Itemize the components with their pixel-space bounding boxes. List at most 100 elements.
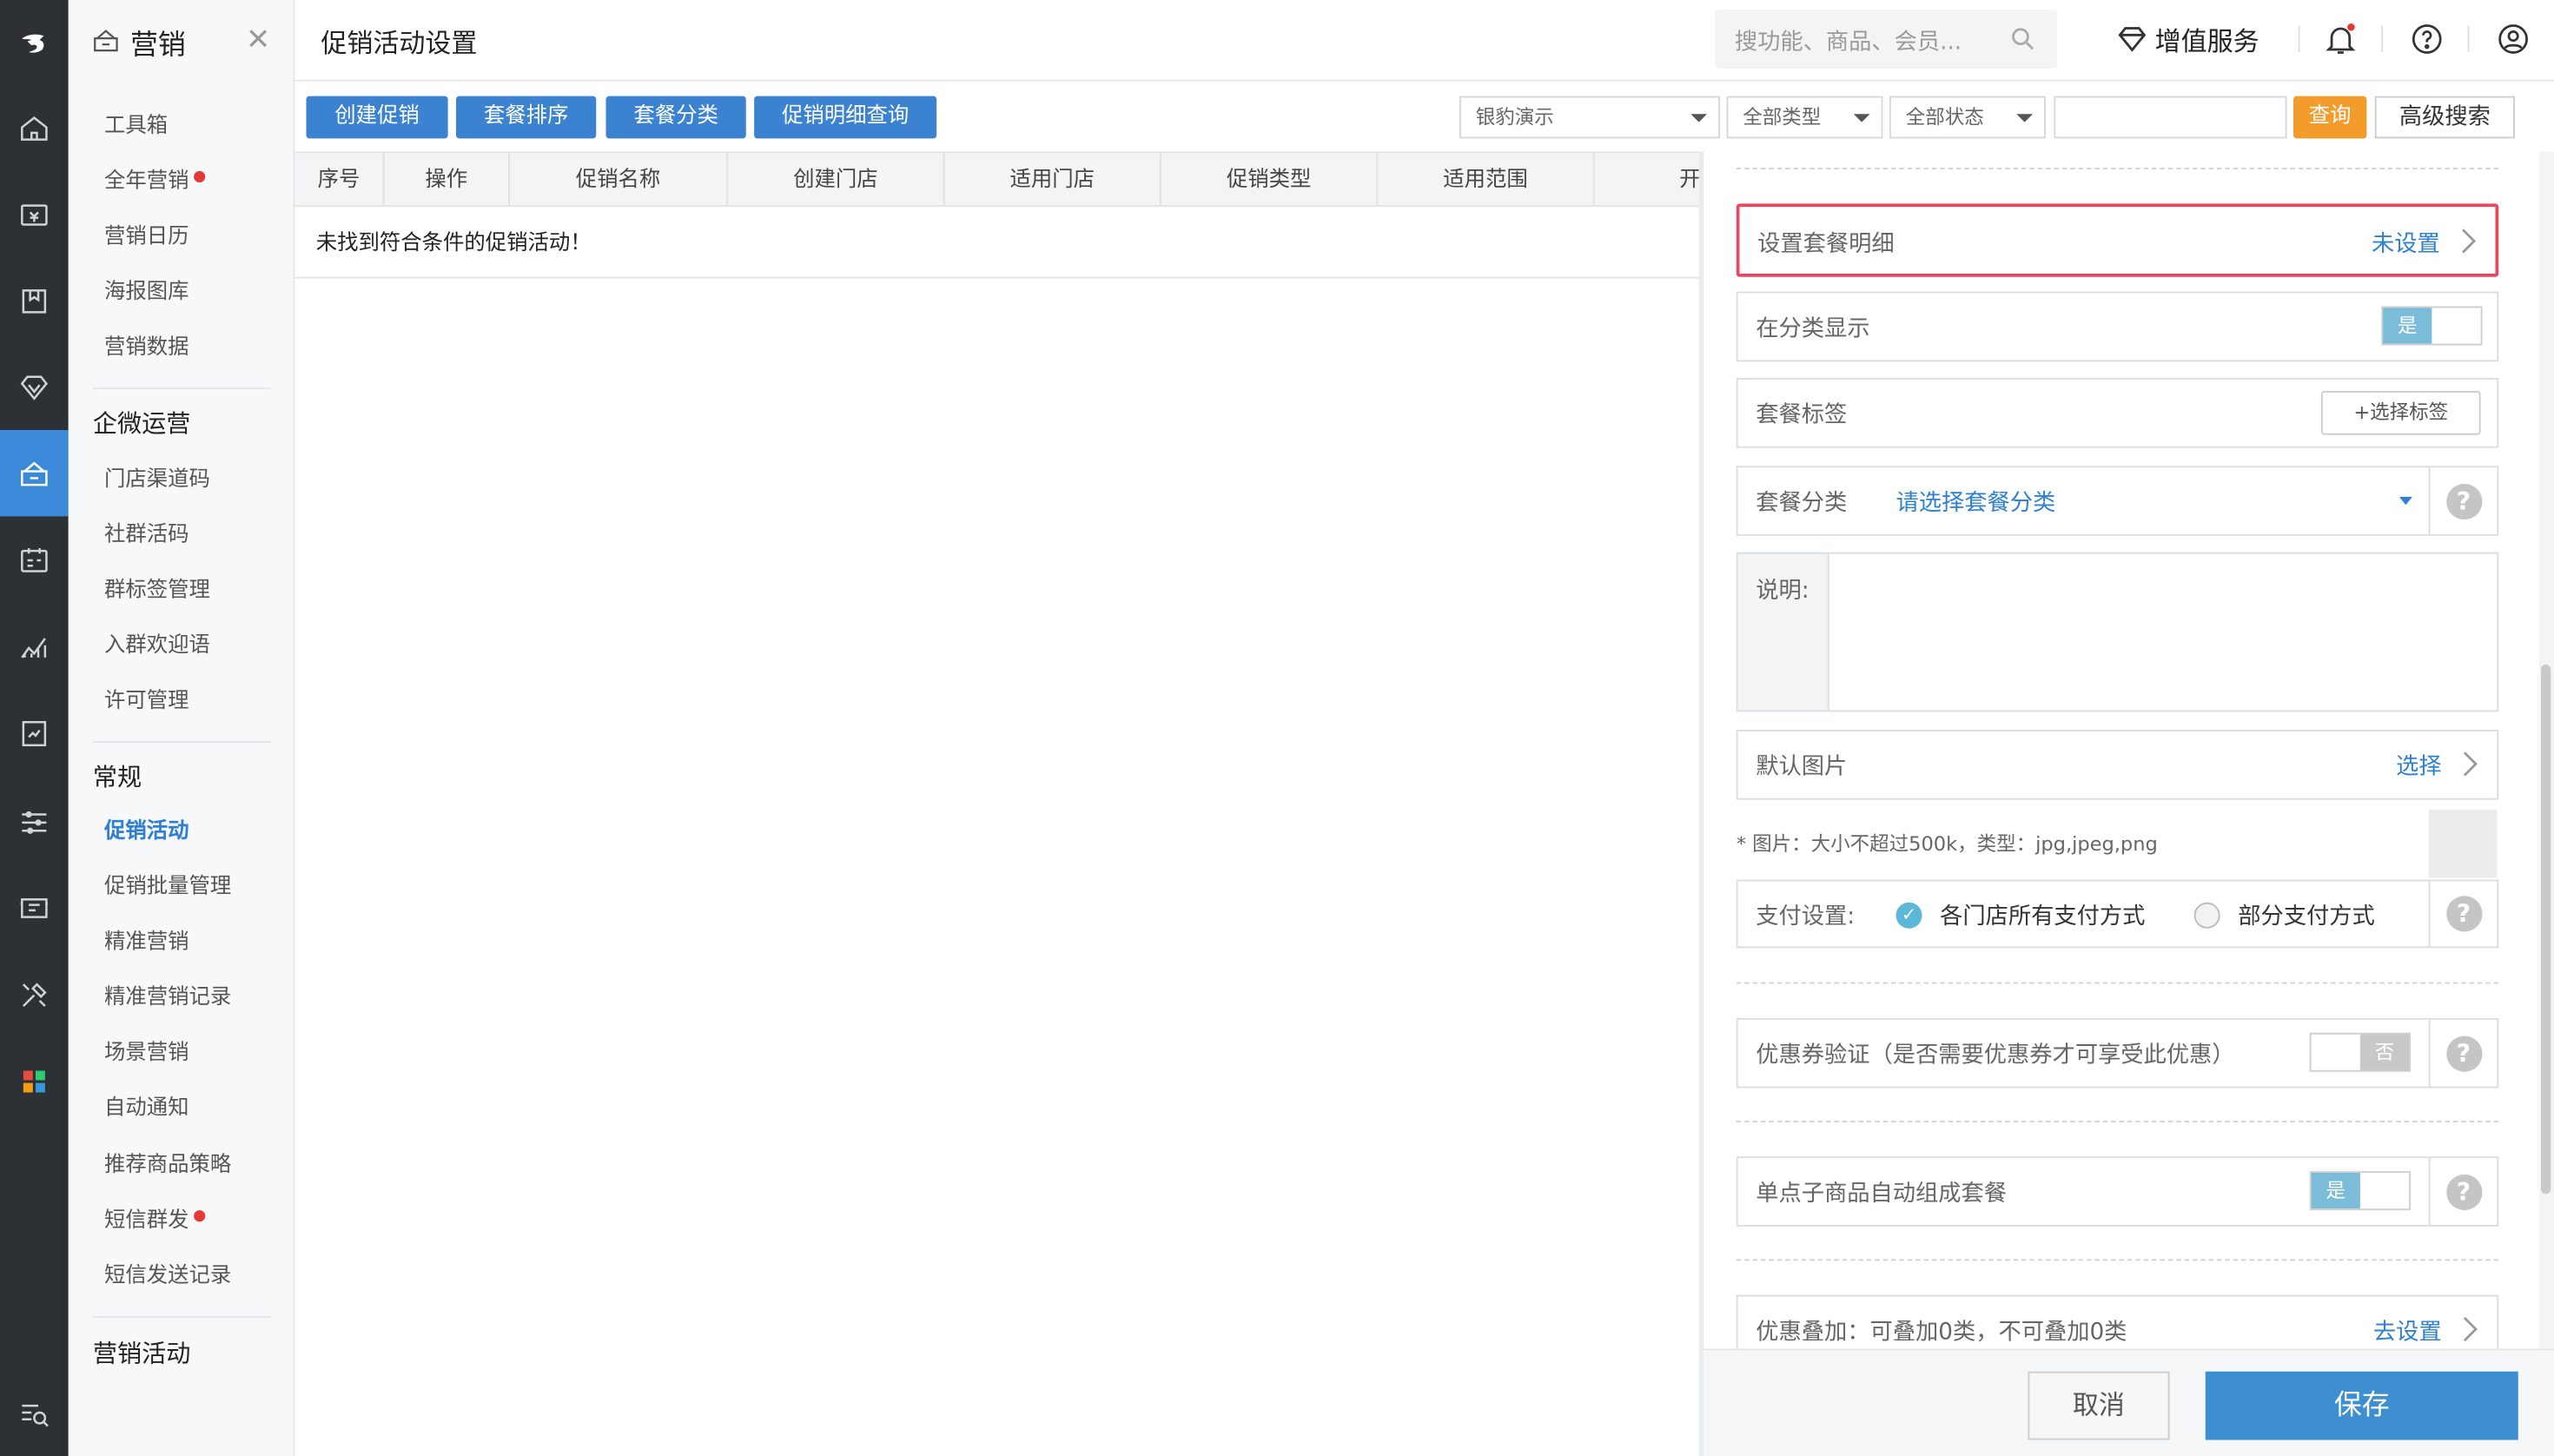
help-icon: ? [2445,1173,2482,1210]
select-image-link[interactable]: 选择 [2396,750,2442,783]
chart-icon[interactable] [0,603,69,689]
submenu-item-promotions[interactable]: 促销活动 [104,816,189,849]
query-button[interactable]: 查询 [2293,96,2367,139]
box-icon[interactable] [0,257,69,343]
toggle-on-label: 是 [2383,308,2432,344]
column-header[interactable]: 操作 [385,153,510,206]
submenu-item-group-tags[interactable]: 群标签管理 [104,575,210,608]
cancel-button[interactable]: 取消 [2028,1371,2170,1440]
payment-row: 支付设置: ✓ 各门店所有支付方式 部分支付方式 ? [1736,879,2499,949]
tools-icon[interactable] [0,951,69,1037]
payment-option-partial[interactable]: 部分支付方式 [2193,899,2375,932]
global-search-input[interactable]: 搜功能、商品、会员... [1715,10,2058,69]
group-title-activities[interactable]: 营销活动 [93,1336,191,1372]
logo-icon[interactable] [0,0,69,86]
description-row: 说明: [1736,552,2499,712]
payment-option-all-label: 各门店所有支付方式 [1940,903,2146,930]
column-header[interactable]: 适用门店 [945,153,1161,206]
notification-dot [194,1210,206,1222]
report-icon[interactable] [0,689,69,775]
help-button[interactable]: ? [2428,1019,2498,1087]
type-select[interactable]: 全部类型 [1726,96,1883,139]
help-button[interactable]: ? [2428,1158,2498,1225]
submenu-item-sms-log[interactable]: 短信发送记录 [104,1261,231,1294]
single-item-package-label: 单点子商品自动组成套餐 [1756,1181,2007,1208]
submenu-item-annual[interactable]: 全年营销 [104,166,206,199]
submenu-item-license[interactable]: 许可管理 [104,685,189,718]
column-header[interactable]: 促销类型 [1161,153,1379,206]
diamond-icon [2118,27,2147,52]
home-icon[interactable] [0,85,69,171]
column-header[interactable]: 适用范围 [1378,153,1595,206]
diamond-icon[interactable] [0,344,69,430]
package-tag-label: 套餐标签 [1756,402,1848,429]
group-title-wecom: 企微运营 [92,408,191,439]
keyword-input[interactable] [2054,96,2287,139]
default-image-row[interactable]: 默认图片 选择 [1736,730,2499,800]
promotion-detail-query-button[interactable]: 促销明细查询 [754,96,937,139]
help-icon[interactable] [2409,21,2445,56]
package-category-select[interactable]: 请选择套餐分类 [1896,467,2429,534]
select-tag-button[interactable]: +选择标签 [2320,391,2481,435]
search-menu-icon[interactable] [0,1370,69,1456]
settings-sliders-icon[interactable] [0,778,69,864]
submenu-item-scene[interactable]: 场景营销 [104,1037,189,1070]
submenu-item-batch[interactable]: 促销批量管理 [104,871,231,904]
go-setup-link[interactable]: 去设置 [2373,1314,2442,1347]
save-button[interactable]: 保存 [2205,1371,2518,1440]
screen-icon[interactable] [0,865,69,951]
submenu-item-data[interactable]: 营销数据 [104,333,189,366]
store-select[interactable]: 银豹演示 [1459,96,1720,139]
marketing-icon[interactable] [0,430,69,517]
help-icon: ? [2445,482,2482,520]
package-category-button[interactable]: 套餐分类 [605,96,746,139]
create-promotion-button[interactable]: 创建促销 [306,96,448,139]
help-button[interactable]: ? [2428,467,2498,534]
show-in-category-toggle[interactable]: 是 [2381,306,2483,346]
submenu-title: 营销 [91,20,186,63]
single-item-package-toggle[interactable]: 是 [2309,1171,2411,1211]
scrollbar-thumb[interactable] [2541,665,2551,1195]
coupon-verify-label: 优惠券验证（是否需要优惠券才可享受此优惠） [1756,1042,2235,1069]
package-detail-value[interactable]: 未设置 [2372,227,2440,260]
search-icon[interactable] [2008,24,2038,54]
submenu-item-calendar[interactable]: 营销日历 [104,222,189,255]
bell-icon[interactable] [2323,21,2359,56]
close-icon[interactable]: ✕ [246,25,270,56]
description-label-cell: 说明: [1737,553,1829,711]
submenu-item-toolbox[interactable]: 工具箱 [104,111,168,144]
advanced-search-button[interactable]: 高级搜索 [2374,96,2515,139]
package-tag-row: 套餐标签 +选择标签 [1736,378,2499,448]
column-header[interactable]: 促销名称 [510,153,729,206]
submenu-panel: 营销 ✕ 工具箱 全年营销 营销日历 海报图库 营销数据 企微运营 门店渠道码 … [68,0,295,1456]
member-card-icon[interactable] [0,516,69,602]
description-textarea[interactable] [1831,554,2498,711]
submenu-item-group-code[interactable]: 社群活码 [104,520,189,553]
status-select[interactable]: 全部状态 [1889,96,2046,139]
submenu-item-sms[interactable]: 短信群发 [104,1206,206,1239]
cashier-icon[interactable] [0,171,69,257]
column-header[interactable]: 序号 [294,153,385,206]
page-title: 促销活动设置 [321,27,478,59]
radio-checked-icon: ✓ [1896,902,1922,929]
radio-unchecked-icon [2193,902,2220,929]
submenu-item-welcome[interactable]: 入群欢迎语 [104,631,210,664]
submenu-item-posters[interactable]: 海报图库 [104,277,189,310]
package-detail-row[interactable]: 设置套餐明细 未设置 [1736,203,2499,277]
apps-icon[interactable] [0,1037,69,1123]
value-service-link[interactable]: 增值服务 [2116,20,2260,59]
package-sort-button[interactable]: 套餐排序 [456,96,597,139]
submenu-item-store-code[interactable]: 门店渠道码 [104,464,210,497]
help-button[interactable]: ? [2428,881,2498,947]
coupon-verify-toggle[interactable]: 否 [2309,1032,2411,1072]
submenu-item-precise[interactable]: 精准营销 [104,927,189,960]
column-header[interactable]: 创建门店 [728,153,945,206]
chevron-down-icon [1853,114,1870,122]
user-avatar-icon[interactable] [2496,21,2531,56]
submenu-item-recommend[interactable]: 推荐商品策略 [104,1150,231,1183]
submenu-item-precise-log[interactable]: 精准营销记录 [104,983,231,1016]
show-in-category-row: 在分类显示 是 [1736,291,2499,362]
payment-option-all[interactable]: ✓ 各门店所有支付方式 [1896,899,2146,932]
submenu-item-notify[interactable]: 自动通知 [104,1093,189,1126]
column-header[interactable]: 开 [1595,153,1699,205]
